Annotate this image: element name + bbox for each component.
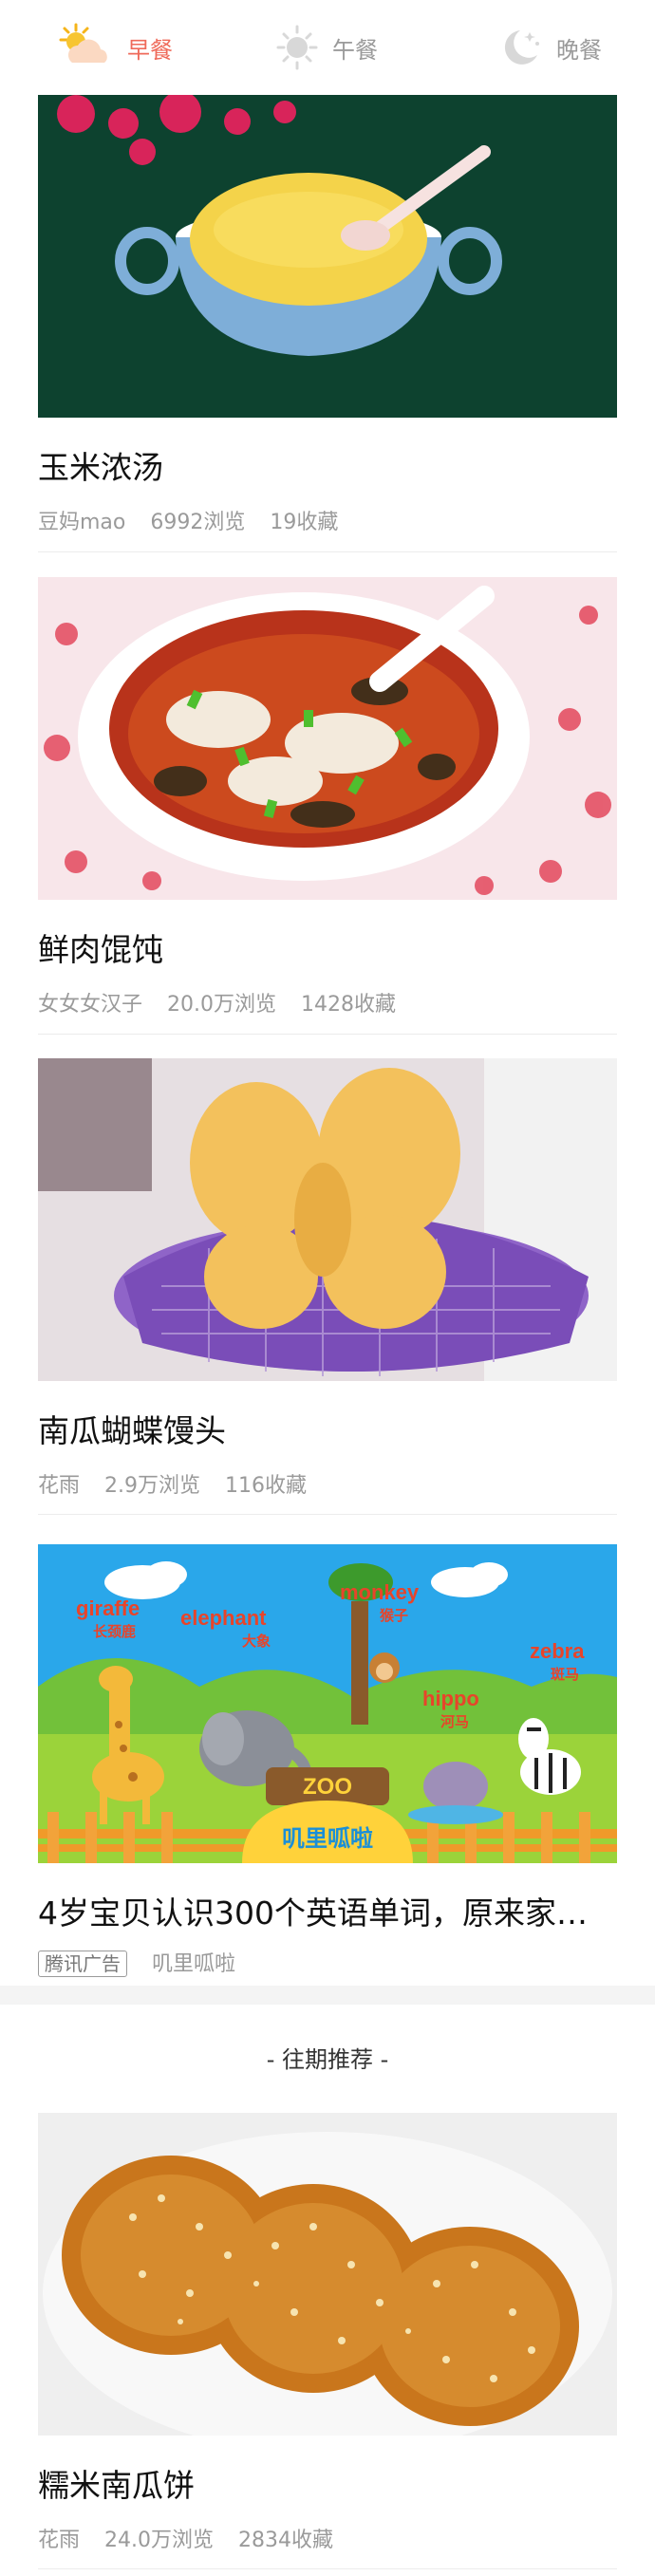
recipe-author: 女女女汉子 [38, 993, 143, 1017]
animal-en-label: giraffe [76, 1596, 140, 1620]
recipe-title: 鲜肉馄饨 [38, 931, 163, 968]
recipe-author: 花雨 [38, 2529, 81, 2552]
recipe-title: 玉米浓汤 [38, 449, 163, 486]
recipe-views: 2.9万浏览 [104, 1474, 201, 1498]
recipe-image-corn-soup[interactable] [38, 95, 617, 418]
animal-cn-label: 长颈鹿 [93, 1623, 136, 1640]
ad-source: 叽里呱啦 [152, 1952, 236, 1976]
zoo-sign: ZOO [303, 1774, 352, 1800]
tab-label: 午餐 [332, 36, 378, 64]
recipe-title: 糯米南瓜饼 [38, 2467, 195, 2504]
divider [38, 2568, 617, 2569]
ad-title: 4岁宝贝认识300个英语单词，原来家… [38, 1895, 588, 1932]
recipe-views: 24.0万浏览 [104, 2529, 215, 2552]
recipe-favorites: 116收藏 [225, 1474, 308, 1498]
divider [38, 1514, 617, 1515]
recipe-meta: 豆妈mao 6992浏览 19收藏 [38, 505, 617, 535]
animal-en-label: monkey [340, 1580, 420, 1604]
recipe-card[interactable]: 鲜肉馄饨 女女女汉子 20.0万浏览 1428收藏 [38, 577, 617, 1017]
animal-cn-label: 大象 [242, 1633, 271, 1650]
recipe-meta: 女女女汉子 20.0万浏览 1428收藏 [38, 987, 617, 1017]
recipe-meta: 花雨 2.9万浏览 116收藏 [38, 1468, 617, 1499]
tab-label: 晚餐 [556, 36, 602, 64]
animal-cn-label: 河马 [440, 1713, 469, 1730]
recipe-image-butterfly-bun[interactable] [38, 1058, 617, 1381]
recipe-favorites: 1428收藏 [301, 993, 397, 1017]
recipe-favorites: 2834收藏 [238, 2529, 334, 2552]
section-title-past: - 往期推荐 - [266, 2046, 389, 2073]
animal-cn-label: 斑马 [551, 1666, 579, 1683]
recipe-card[interactable]: 糯米南瓜饼 花雨 24.0万浏览 2834收藏 [38, 2113, 617, 2553]
animal-en-label: elephant [180, 1606, 267, 1630]
meal-tabs: 早餐 午餐 晚餐 [0, 0, 655, 95]
sun-cloud-icon [59, 23, 107, 63]
tab-breakfast[interactable]: 早餐 [55, 21, 173, 74]
tab-dinner[interactable]: 晚餐 [496, 21, 602, 74]
tab-label: 早餐 [127, 36, 173, 64]
recipe-views: 6992浏览 [150, 511, 246, 534]
recipe-author: 豆妈mao [38, 511, 126, 534]
sun-icon [276, 25, 318, 70]
moon-stars-icon [504, 30, 539, 65]
animal-en-label: hippo [422, 1687, 479, 1710]
brand-logo-text: 叽里呱啦 [282, 1825, 373, 1852]
divider [38, 1034, 617, 1035]
recipe-views: 20.0万浏览 [167, 993, 277, 1017]
ad-card[interactable]: ZOO 叽里呱啦 giraffe 长颈鹿 elephant 大象 monkey … [38, 1544, 617, 1977]
recipe-meta: 花雨 24.0万浏览 2834收藏 [38, 2523, 617, 2553]
recipe-card[interactable]: 玉米浓汤 豆妈mao 6992浏览 19收藏 [38, 95, 617, 535]
ad-image-zoo[interactable]: ZOO 叽里呱啦 giraffe 长颈鹿 elephant 大象 monkey … [38, 1544, 617, 1863]
recipe-favorites: 19收藏 [270, 511, 339, 534]
tab-lunch[interactable]: 午餐 [275, 21, 378, 74]
divider [38, 551, 617, 552]
recipe-author: 花雨 [38, 1474, 81, 1498]
ad-badge: 腾讯广告 [38, 1951, 127, 1977]
animal-cn-label: 猴子 [380, 1607, 408, 1624]
animal-en-label: zebra [530, 1639, 585, 1663]
section-gap [0, 1986, 655, 2005]
recipe-title: 南瓜蝴蝶馒头 [38, 1412, 226, 1449]
recipe-image-wonton[interactable] [38, 577, 617, 900]
ad-meta: 腾讯广告 叽里呱啦 [38, 1947, 617, 1977]
recipe-image-pumpkin-cake[interactable] [38, 2113, 617, 2436]
recipe-card[interactable]: 南瓜蝴蝶馒头 花雨 2.9万浏览 116收藏 [38, 1058, 617, 1499]
